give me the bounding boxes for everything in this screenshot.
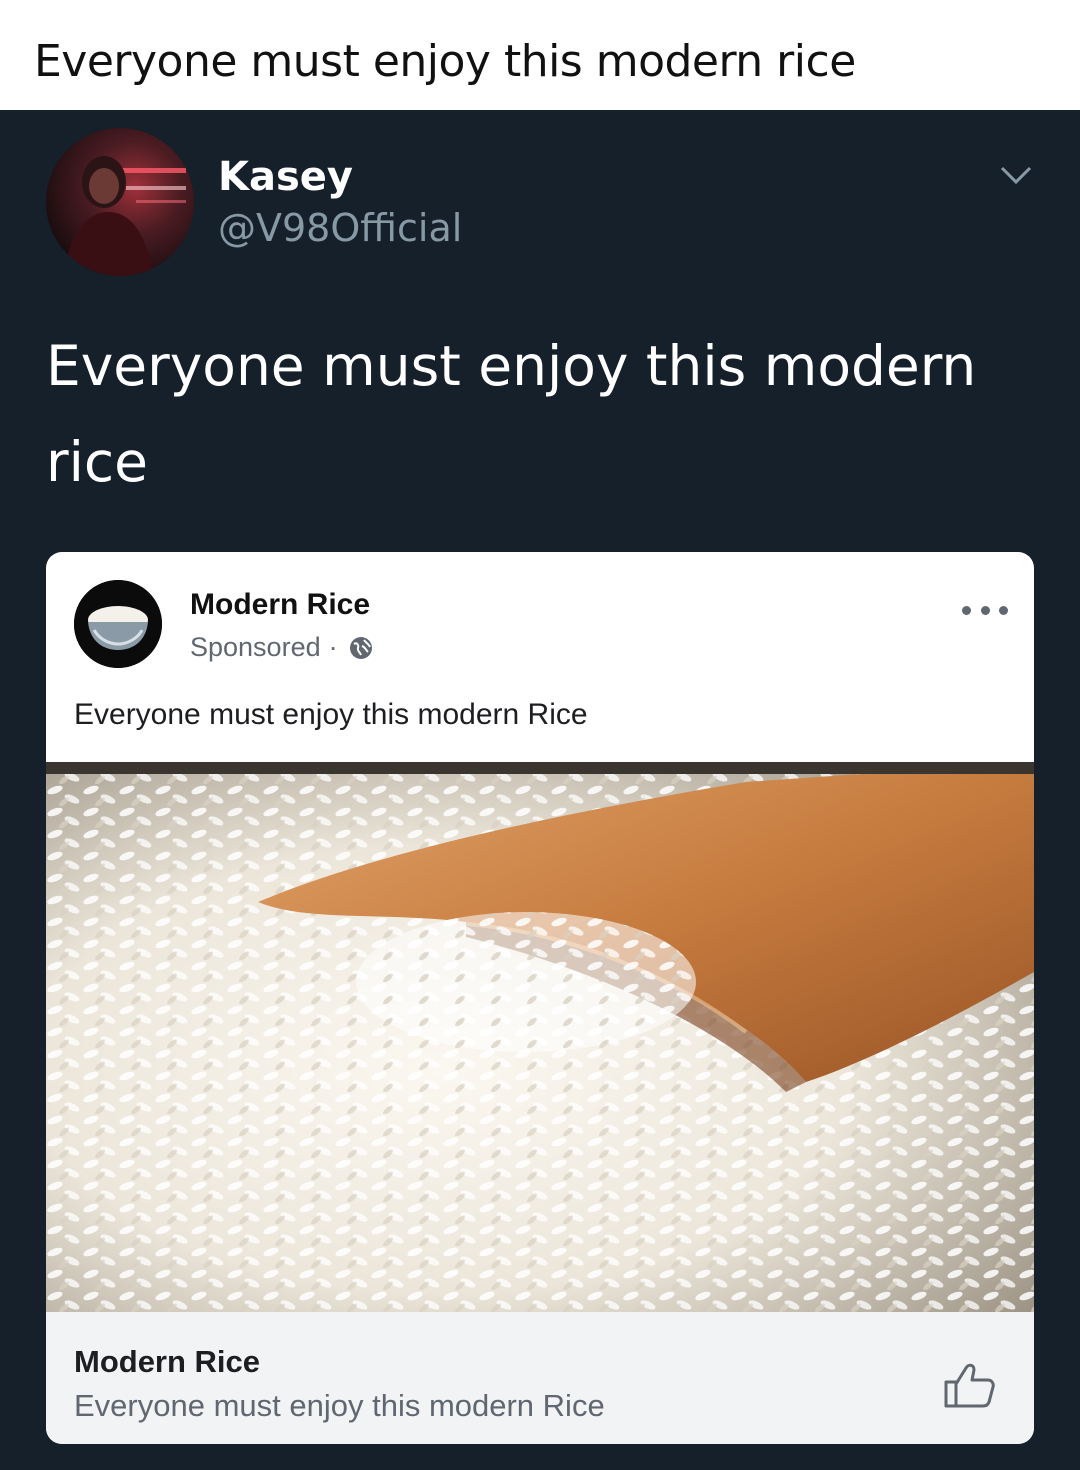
embedded-ad-screenshot[interactable]: Modern Rice Sponsored · Everyone must en… — [46, 552, 1034, 1444]
footer-title: Modern Rice — [74, 1344, 261, 1379]
footer-subtitle: Everyone must enjoy this modern Rice — [74, 1388, 605, 1423]
sponsored-row: Sponsored · — [190, 632, 374, 663]
user-avatar[interactable] — [46, 128, 194, 276]
rice-bowl-icon — [74, 580, 162, 668]
more-options-icon[interactable] — [962, 600, 1008, 620]
chevron-down-icon[interactable] — [996, 160, 1036, 190]
tweet-text: Everyone must enjoy this modern rice — [46, 334, 977, 494]
meme-caption: Everyone must enjoy this modern rice — [0, 0, 1080, 110]
user-display-name[interactable]: Kasey — [218, 154, 353, 200]
profile-photo-icon — [46, 128, 194, 276]
user-handle[interactable]: @V98Official — [218, 206, 462, 250]
ad-page-name[interactable]: Modern Rice — [190, 588, 370, 622]
ad-post-text: Everyone must enjoy this modern Rice — [74, 698, 588, 731]
globe-icon — [349, 636, 372, 659]
thumbs-up-icon[interactable] — [942, 1360, 998, 1410]
separator-dot: · — [328, 632, 338, 662]
ad-footer[interactable]: Modern Rice Everyone must enjoy this mod… — [46, 1312, 1034, 1444]
sponsored-label: Sponsored — [190, 632, 321, 662]
caption-text: Everyone must enjoy this modern rice — [34, 36, 856, 87]
tweet-card: Kasey @V98Official Everyone must enjoy t… — [0, 110, 1080, 1470]
page-avatar[interactable] — [74, 580, 162, 668]
rice-photo-icon — [46, 762, 1034, 1312]
